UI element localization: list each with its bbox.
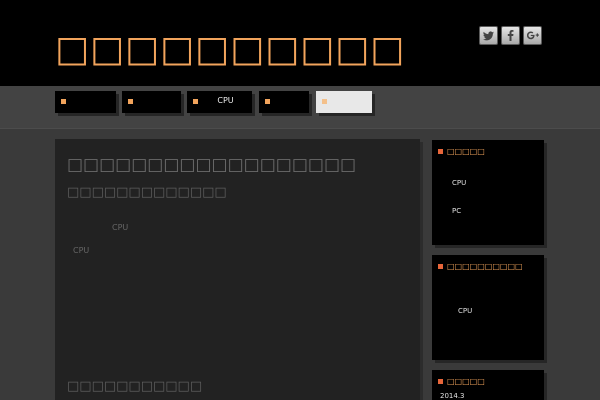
google-plus-button[interactable] (523, 26, 542, 45)
main-content: □□□□□□□□□□□□□□□□□□ □□□□□□□□□□□□□ CPU CPU… (55, 139, 420, 400)
nav-item-cpu[interactable]: CPU (187, 91, 252, 113)
sidebar-widget-2: □□□□□□□□□□ CPU (432, 255, 544, 360)
nav-item-2[interactable] (122, 91, 181, 113)
post-text: CPU (112, 223, 129, 232)
post-title[interactable]: □□□□□□□□□□□□□□□□□□ (67, 155, 356, 175)
widget-title: □□□□□ (438, 147, 485, 156)
social-links (479, 26, 542, 45)
nav-bullet-icon (193, 99, 198, 104)
facebook-icon (507, 30, 514, 41)
sidebar-widget-1: □□□□□ CPU PC (432, 140, 544, 245)
site-header: □□□□□□□□□□ (0, 0, 600, 86)
page: □□□□□ □□□□□ CPU □□□□□□□□□□□□□□□□□□ □□□□□□… (0, 0, 600, 400)
nav-bullet-icon (61, 99, 66, 104)
archive-link[interactable]: 2014.3 (440, 392, 465, 400)
main-nav: CPU (0, 86, 600, 129)
nav-item-active[interactable] (316, 91, 372, 113)
nav-bullet-icon (265, 99, 270, 104)
widget-link[interactable]: CPU (458, 307, 472, 315)
widget-title: □□□□□□□□□□ (438, 262, 523, 271)
post-text: CPU (73, 246, 90, 255)
twitter-button[interactable] (479, 26, 498, 45)
widget-title: □□□□□ (438, 377, 485, 386)
facebook-button[interactable] (501, 26, 520, 45)
nav-bullet-icon (322, 99, 327, 104)
site-title[interactable]: □□□□□□□□□□ (55, 30, 405, 70)
twitter-icon (483, 30, 494, 40)
google-plus-icon (526, 31, 539, 40)
sidebar-widget-3: □□□□□ 2014.3 (432, 370, 544, 400)
nav-item-4[interactable] (259, 91, 309, 113)
nav-bullet-icon (128, 99, 133, 104)
section-heading: □□□□□□□□□□□ (67, 379, 203, 394)
nav-item-1[interactable] (55, 91, 116, 113)
post-subtitle: □□□□□□□□□□□□□ (67, 185, 227, 200)
widget-link[interactable]: PC (452, 207, 461, 215)
nav-item-label: CPU (217, 96, 234, 105)
widget-link[interactable]: CPU (452, 179, 466, 187)
